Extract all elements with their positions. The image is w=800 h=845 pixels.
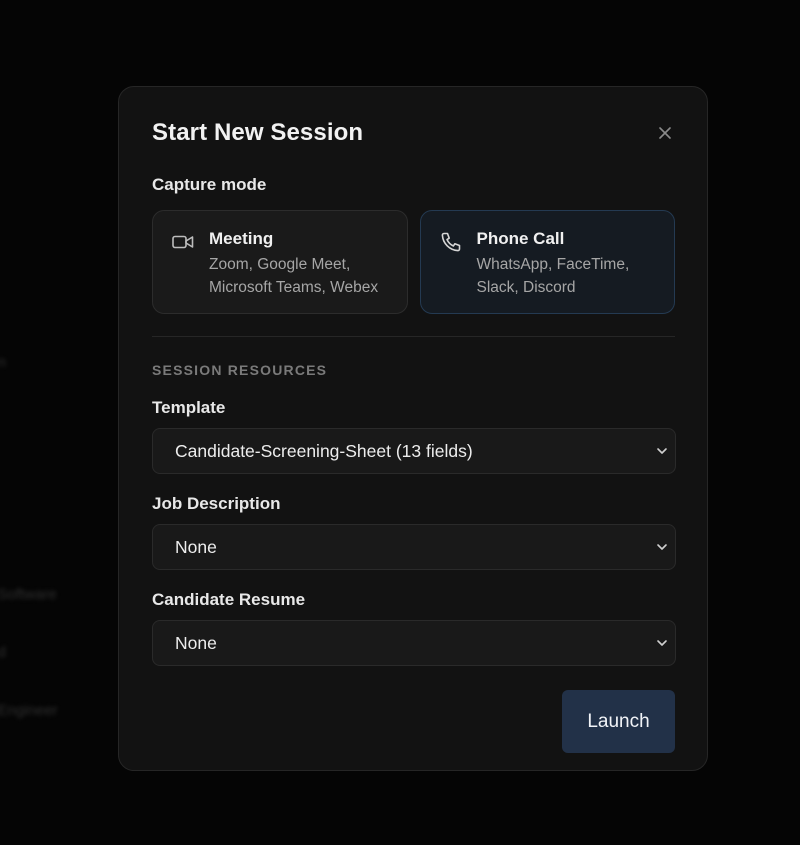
mode-title: Phone Call bbox=[476, 229, 565, 248]
background-text: ▪ n bbox=[0, 354, 6, 371]
template-select[interactable]: Candidate-Screening-Sheet (13 fields) bbox=[152, 428, 676, 474]
start-session-dialog: Start New Session Capture mode Meeting Z… bbox=[118, 86, 708, 771]
chevron-down-icon bbox=[653, 442, 671, 460]
job-description-select-value: None bbox=[175, 536, 217, 557]
mode-description: Zoom, Google Meet, Microsoft Teams, Webe… bbox=[209, 253, 378, 299]
mode-option-phone-call[interactable]: Phone Call WhatsApp, FaceTime, Slack, Di… bbox=[419, 210, 675, 314]
chevron-down-icon bbox=[653, 634, 671, 652]
mode-description-line: WhatsApp, FaceTime, bbox=[476, 256, 630, 273]
divider bbox=[152, 336, 675, 337]
dialog-header: Start New Session bbox=[152, 117, 675, 149]
mode-option-meeting[interactable]: Meeting Zoom, Google Meet, Microsoft Tea… bbox=[152, 210, 408, 314]
template-select-value: Candidate-Screening-Sheet (13 fields) bbox=[175, 440, 473, 461]
capture-mode-options: Meeting Zoom, Google Meet, Microsoft Tea… bbox=[152, 210, 675, 314]
launch-button[interactable]: Launch bbox=[562, 690, 675, 753]
dialog-title: Start New Session bbox=[152, 119, 364, 146]
capture-mode-label: Capture mode bbox=[152, 175, 267, 194]
close-icon bbox=[659, 127, 671, 139]
chevron-down-icon bbox=[653, 538, 671, 556]
mode-description-line: Microsoft Teams, Webex bbox=[209, 279, 379, 296]
close-button[interactable] bbox=[651, 119, 679, 147]
background-text: ▪ Engineer bbox=[0, 702, 58, 719]
dialog-footer: Launch bbox=[152, 690, 675, 753]
mode-description-line: Zoom, Google Meet, bbox=[209, 256, 351, 273]
mode-description: WhatsApp, FaceTime, Slack, Discord bbox=[477, 253, 630, 299]
mode-title: Meeting bbox=[209, 229, 274, 248]
background-text: ▪ Software bbox=[0, 586, 57, 603]
phone-icon bbox=[441, 232, 460, 252]
mode-description-line: Slack, Discord bbox=[476, 279, 576, 296]
job-description-select[interactable]: None bbox=[152, 524, 676, 570]
candidate-resume-label: Candidate Resume bbox=[152, 590, 306, 609]
session-resources-heading: SESSION RESOURCES bbox=[152, 362, 328, 378]
candidate-resume-select[interactable]: None bbox=[152, 620, 676, 666]
template-label: Template bbox=[152, 398, 226, 417]
background-text: ▪ d bbox=[0, 644, 6, 661]
job-description-label: Job Description bbox=[152, 494, 281, 513]
candidate-resume-select-value: None bbox=[175, 632, 217, 653]
video-camera-icon bbox=[172, 235, 194, 249]
